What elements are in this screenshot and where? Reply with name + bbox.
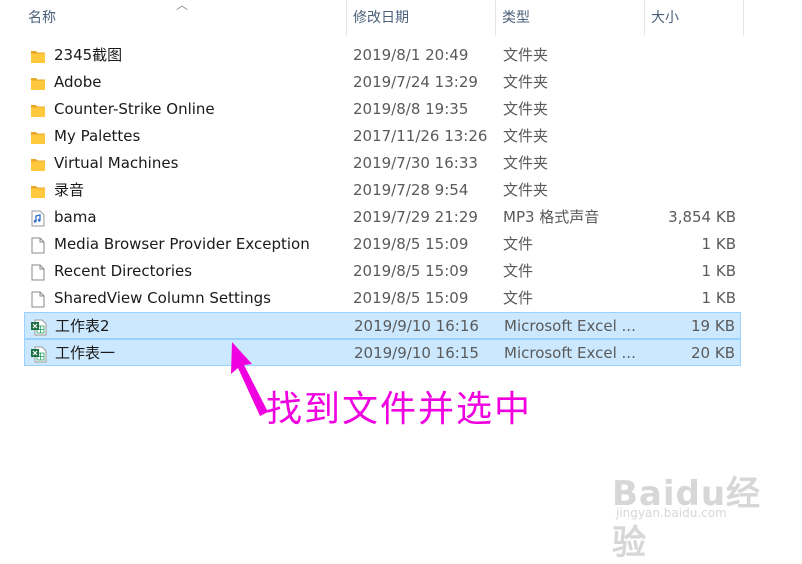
file-row[interactable]: bama 2019/7/29 21:29 MP3 格式声音 3,854 KB	[24, 204, 741, 231]
file-name: Counter-Strike Online	[54, 100, 215, 118]
file-size: 1 KB	[701, 235, 736, 253]
file-size: 3,854 KB	[668, 208, 736, 226]
folder-icon	[30, 101, 46, 118]
file-type: 文件夹	[503, 154, 549, 172]
file-name: 工作表2	[55, 317, 110, 335]
file-modified-date: 2019/8/5 15:09	[353, 262, 469, 280]
file-type: 文件夹	[503, 127, 549, 145]
file-type: Microsoft Excel ...	[504, 344, 636, 362]
file-name: Recent Directories	[54, 262, 193, 280]
file-icon	[30, 263, 46, 281]
file-size: 20 KB	[691, 344, 735, 362]
file-name: bama	[54, 208, 97, 226]
file-name: My Palettes	[54, 127, 141, 145]
file-row[interactable]: Media Browser Provider Exception 2019/8/5…	[24, 231, 741, 258]
file-icon	[30, 236, 46, 254]
folder-icon	[30, 182, 46, 199]
annotation-text: 找到文件并选中	[266, 389, 533, 430]
folder-icon	[30, 47, 46, 64]
watermark-url: jingyan.baidu.com	[616, 506, 727, 520]
file-size: 1 KB	[701, 262, 736, 280]
folder-icon	[30, 155, 46, 172]
file-modified-date: 2019/7/24 13:29	[353, 73, 478, 91]
column-header-bar: ︿ 名称 修改日期 类型 大小	[0, 0, 802, 36]
file-row[interactable]: Adobe 2019/7/24 13:29 文件夹	[24, 69, 741, 96]
file-row[interactable]: 2345截图 2019/8/1 20:49 文件夹	[24, 42, 741, 69]
mp3-file-icon	[30, 209, 46, 227]
file-name: 录音	[54, 181, 85, 199]
baidu-jingyan-watermark: Baidu经验 jingyan.baidu.com	[612, 456, 792, 563]
file-modified-date: 2019/8/1 20:49	[353, 46, 469, 64]
folder-icon	[30, 128, 46, 145]
column-header-size[interactable]: 大小	[645, 0, 743, 36]
file-modified-date: 2019/7/28 9:54	[353, 181, 469, 199]
file-type: 文件夹	[503, 46, 549, 64]
file-type: 文件	[503, 262, 534, 280]
file-name: 2345截图	[54, 46, 123, 64]
file-type: 文件	[503, 235, 534, 253]
file-type: 文件夹	[503, 181, 549, 199]
file-type: 文件夹	[503, 73, 549, 91]
file-type: 文件	[503, 289, 534, 307]
folder-icon	[30, 74, 46, 91]
file-size: 1 KB	[701, 289, 736, 307]
file-type: Microsoft Excel ...	[504, 317, 636, 335]
file-row[interactable]: 工作表一 2019/9/10 16:15 Microsoft Excel ... 20…	[24, 339, 741, 366]
file-row[interactable]: Counter-Strike Online 2019/8/8 19:35 文件夹	[24, 96, 741, 123]
column-header-date[interactable]: 修改日期	[347, 0, 495, 36]
excel-file-icon	[31, 318, 47, 336]
file-row[interactable]: Virtual Machines 2019/7/30 16:33 文件夹	[24, 150, 741, 177]
file-icon	[30, 290, 46, 308]
file-row[interactable]: SharedView Column Settings 2019/8/5 15:09…	[24, 285, 741, 312]
file-modified-date: 2017/11/26 13:26	[353, 127, 488, 145]
excel-file-icon	[31, 345, 47, 363]
file-type: MP3 格式声音	[503, 208, 600, 226]
file-modified-date: 2019/7/30 16:33	[353, 154, 478, 172]
column-header-type[interactable]: 类型	[496, 0, 644, 36]
file-name: 工作表一	[55, 344, 116, 362]
column-header-name[interactable]: 名称	[22, 0, 348, 36]
file-size: 19 KB	[691, 317, 735, 335]
file-modified-date: 2019/9/10 16:16	[354, 317, 479, 335]
file-name: SharedView Column Settings	[54, 289, 271, 307]
file-row[interactable]: 工作表2 2019/9/10 16:16 Microsoft Excel ... 19…	[24, 312, 741, 339]
file-name: Media Browser Provider Exception	[54, 235, 310, 253]
file-modified-date: 2019/9/10 16:15	[354, 344, 479, 362]
column-divider[interactable]	[743, 0, 744, 36]
file-modified-date: 2019/8/5 15:09	[353, 289, 469, 307]
file-row[interactable]: Recent Directories 2019/8/5 15:09 文件 1 KB	[24, 258, 741, 285]
file-modified-date: 2019/8/5 15:09	[353, 235, 469, 253]
file-type: 文件夹	[503, 100, 549, 118]
file-row[interactable]: 录音 2019/7/28 9:54 文件夹	[24, 177, 741, 204]
file-row[interactable]: My Palettes 2017/11/26 13:26 文件夹	[24, 123, 741, 150]
file-name: Virtual Machines	[54, 154, 179, 172]
file-modified-date: 2019/7/29 21:29	[353, 208, 478, 226]
file-modified-date: 2019/8/8 19:35	[353, 100, 469, 118]
file-name: Adobe	[54, 73, 102, 91]
